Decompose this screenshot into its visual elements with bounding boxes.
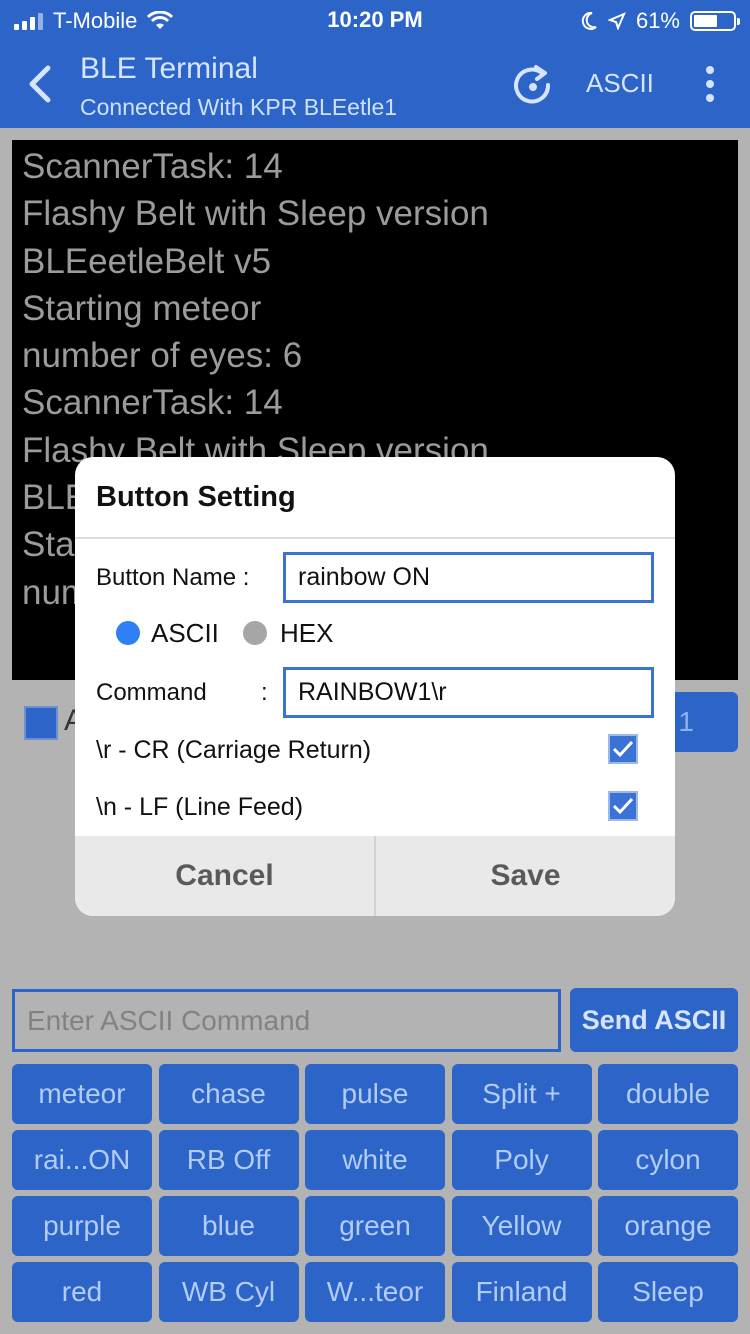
- command-label: Command: [96, 679, 207, 706]
- quick-command-button[interactable]: meteor: [12, 1064, 152, 1124]
- quick-command-button[interactable]: red: [12, 1262, 152, 1322]
- quick-command-button[interactable]: double: [598, 1064, 738, 1124]
- quick-command-button[interactable]: orange: [598, 1196, 738, 1256]
- lf-option-label: \n - LF (Line Feed): [96, 793, 304, 821]
- button-name-input[interactable]: [283, 552, 654, 603]
- terminal-line: Flashy Belt with Sleep version: [22, 194, 489, 234]
- quick-command-button[interactable]: RB Off: [158, 1130, 299, 1190]
- button-setting-dialog: Button Setting Button Name : ASCII HEX C…: [75, 457, 675, 916]
- quick-command-button[interactable]: green: [305, 1196, 445, 1256]
- terminal-line: ScannerTask: 14: [22, 383, 283, 423]
- save-button[interactable]: Save: [376, 836, 675, 916]
- quick-command-button[interactable]: purple: [12, 1196, 152, 1256]
- hex-radio-label[interactable]: HEX: [280, 618, 333, 649]
- auto-scroll-checkbox[interactable]: [24, 706, 58, 740]
- quick-command-button[interactable]: Sleep: [598, 1262, 738, 1322]
- status-bar: T-Mobile 10:20 PM 61%: [0, 0, 750, 40]
- terminal-line: Starting meteor: [22, 288, 262, 328]
- send-ascii-button[interactable]: Send ASCII: [570, 988, 738, 1052]
- location-icon: [607, 12, 626, 30]
- quick-command-button[interactable]: pulse: [305, 1064, 445, 1124]
- quick-command-button[interactable]: white: [305, 1130, 445, 1190]
- quick-command-button[interactable]: Split +: [451, 1064, 592, 1124]
- quick-command-button[interactable]: W...teor: [305, 1262, 445, 1322]
- check-icon: [612, 797, 634, 815]
- nav-bar: BLE Terminal Connected With KPR BLEetle1…: [0, 40, 750, 128]
- hex-radio[interactable]: [243, 621, 267, 645]
- dialog-divider: [75, 537, 675, 539]
- quick-command-button[interactable]: chase: [158, 1064, 299, 1124]
- quick-command-button[interactable]: Finland: [451, 1262, 592, 1322]
- quick-command-button[interactable]: Poly: [451, 1130, 592, 1190]
- quick-command-button[interactable]: Yellow: [451, 1196, 592, 1256]
- quick-command-button[interactable]: WB Cyl: [158, 1262, 299, 1322]
- cr-option-label: \r - CR (Carriage Return): [96, 736, 372, 764]
- terminal-line: ScannerTask: 14: [22, 147, 283, 186]
- quick-command-button[interactable]: blue: [158, 1196, 299, 1256]
- connection-subtitle: Connected With KPR BLEetle1: [80, 94, 398, 120]
- more-menu-icon[interactable]: [700, 66, 720, 106]
- terminal-line: number of eyes: 6: [22, 336, 303, 376]
- command-input[interactable]: [12, 989, 561, 1052]
- battery-percent: 61%: [635, 8, 680, 33]
- terminal-line: BLEeetleBelt v5: [22, 241, 272, 281]
- quick-command-button[interactable]: rai...ON: [12, 1130, 152, 1190]
- battery-icon: [690, 11, 740, 31]
- button-name-label: Button Name :: [96, 564, 250, 591]
- mode-toggle-button[interactable]: ASCII: [586, 68, 654, 99]
- dialog-footer: Cancel Save: [75, 836, 675, 916]
- cancel-button[interactable]: Cancel: [75, 836, 374, 916]
- check-icon: [612, 740, 634, 758]
- quick-command-button[interactable]: cylon: [598, 1130, 738, 1190]
- dialog-title: Button Setting: [96, 481, 296, 513]
- ascii-radio-label[interactable]: ASCII: [151, 618, 219, 649]
- ascii-radio[interactable]: [116, 621, 140, 645]
- back-chevron-icon[interactable]: [22, 60, 62, 108]
- lf-checkbox[interactable]: [608, 791, 638, 821]
- cr-checkbox[interactable]: [608, 734, 638, 764]
- command-value-input[interactable]: [283, 667, 654, 718]
- moon-icon: [581, 11, 597, 30]
- status-right: 61%: [580, 8, 740, 34]
- command-colon: :: [261, 679, 268, 706]
- refresh-icon[interactable]: [512, 64, 554, 106]
- nav-title: BLE Terminal: [80, 52, 258, 85]
